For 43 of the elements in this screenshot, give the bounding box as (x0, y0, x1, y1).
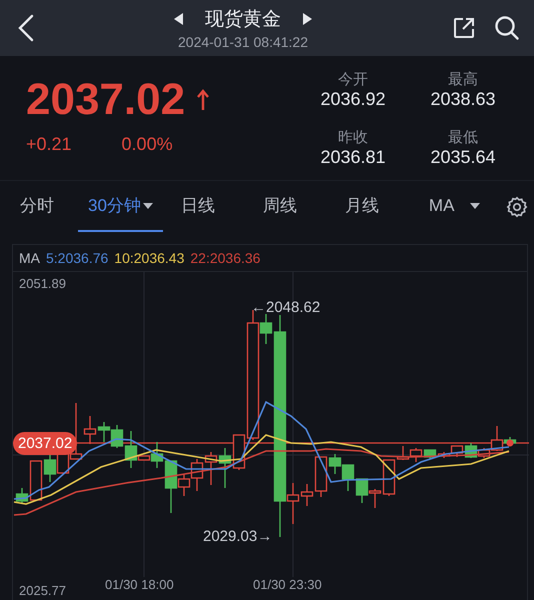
last-price-badge: 2037.02 (13, 432, 78, 455)
high-price-label: ←2048.62 (251, 299, 320, 316)
period-tab[interactable]: MA (418, 181, 490, 232)
legend-value: 10:2036.43 (114, 250, 184, 266)
period-tab[interactable]: 日线 (170, 181, 225, 232)
stat-label: 昨收 (338, 128, 368, 147)
legend-value: 5:2036.76 (46, 250, 108, 266)
candlestick (98, 422, 110, 442)
percent-change: 0.00% (122, 134, 173, 155)
stat-value: 2038.63 (430, 89, 496, 110)
period-tab[interactable]: 分时 (10, 181, 64, 232)
y-axis-label: 2025.77 (19, 583, 66, 598)
stat-value: 2036.92 (320, 89, 386, 110)
stat-value: 2035.64 (430, 147, 496, 168)
back-button[interactable] (18, 14, 34, 42)
x-axis-label: 01/30 23:30 (253, 577, 322, 592)
candlestick (218, 448, 232, 488)
period-tab[interactable]: 月线 (334, 181, 389, 232)
timestamp: 2024-01-31 08:41:22 (178, 34, 308, 50)
x-axis-label: 01/30 18:00 (105, 577, 174, 592)
candlestick (342, 464, 354, 491)
candlestick (204, 452, 218, 485)
low-price-label: 2029.03→ (203, 528, 272, 545)
legend-value: 22:2036.36 (190, 250, 260, 266)
next-button[interactable] (303, 13, 312, 25)
candlestick (356, 478, 368, 503)
y-axis-label: 2051.89 (19, 276, 66, 291)
current-price: 2037.02 (26, 78, 186, 122)
stat-label: 今开 (338, 70, 368, 89)
stat-label: 最高 (448, 70, 478, 89)
legend-label: MA (19, 250, 40, 266)
search-button[interactable] (494, 15, 520, 41)
period-tab[interactable]: 30分钟 (78, 181, 163, 232)
settings-icon[interactable] (506, 196, 528, 218)
period-tab[interactable]: 周线 (252, 181, 307, 232)
price-change: +0.21 (26, 134, 72, 155)
stat-value: 2036.81 (320, 147, 386, 168)
previous-button[interactable] (174, 13, 183, 25)
candlestick (410, 448, 422, 462)
share-button[interactable] (452, 16, 476, 40)
last-price-dot (506, 440, 514, 446)
window-title: 现货黄金 (205, 8, 281, 32)
stat-label: 最低 (448, 128, 478, 147)
